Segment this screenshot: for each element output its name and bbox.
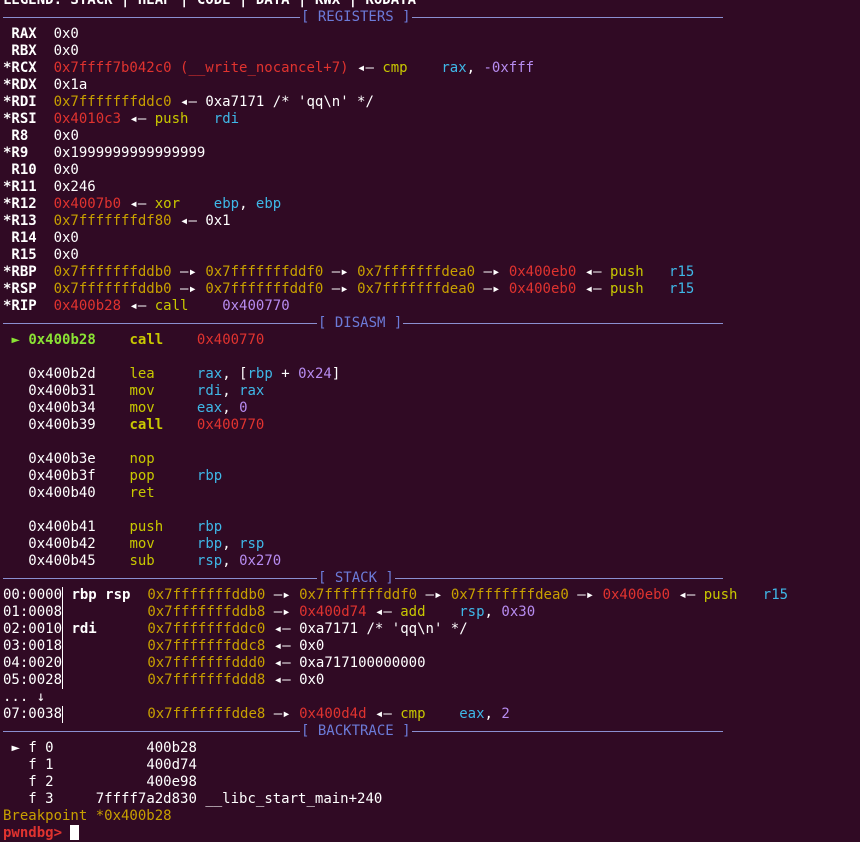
command-prompt[interactable]: pwndbg> — [3, 825, 860, 842]
reg-r13: *R13 0x7fffffffdf80 ◂— 0x1 — [3, 213, 231, 229]
disasm-blank — [3, 502, 860, 519]
stack-header: [ STACK ] — [3, 570, 860, 587]
backtrace-frame: f 1 400d74 — [28, 757, 197, 773]
disasm-line: 0x400b42 mov rbp, rsp — [28, 536, 265, 552]
disasm-blank — [3, 434, 860, 451]
legend-line: LEGEND: STACK | HEAP | CODE | DATA | RWX… — [3, 0, 417, 8]
reg-r15: R15 0x0 — [3, 247, 79, 263]
disasm-line: 0x400b40 ret — [28, 485, 155, 501]
backtrace-frame: f 2 400e98 — [28, 774, 197, 790]
reg-r11: *R11 0x246 — [3, 179, 96, 195]
stack-skip: ... ↓ — [3, 689, 46, 705]
registers-header: [ REGISTERS ] — [3, 9, 860, 26]
stack-row: 05:0028 0x7fffffffddd8 ◂— 0x0 — [3, 672, 325, 689]
stack-row: 07:0038 0x7fffffffdde8 —▸ 0x400d4d ◂— cm… — [3, 706, 510, 723]
disasm-title: [ DISASM ] — [317, 315, 404, 332]
reg-rbx: RBX 0x0 — [3, 43, 79, 59]
backtrace-title: [ BACKTRACE ] — [300, 723, 412, 740]
disasm-line: 0x400b3e nop — [28, 451, 155, 467]
reg-rbp: *RBP 0x7fffffffddb0 —▸ 0x7fffffffddf0 —▸… — [3, 264, 695, 280]
disasm-line: 0x400b3f pop rbp — [28, 468, 223, 484]
registers-title: [ REGISTERS ] — [300, 9, 412, 26]
reg-rip: *RIP 0x400b28 ◂— call 0x400770 — [3, 298, 290, 314]
status-line: Breakpoint *0x400b28 — [3, 808, 172, 824]
stack-row: 03:0018 0x7fffffffddc8 ◂— 0x0 — [3, 638, 325, 655]
disasm-line: 0x400b31 mov rdi, rax — [28, 383, 265, 399]
backtrace-frame: f 3 7ffff7a2d830 __libc_start_main+240 — [28, 791, 383, 807]
reg-rdi: *RDI 0x7fffffffddc0 ◂— 0xa7171 /* 'qq\n'… — [3, 94, 374, 110]
reg-rsp: *RSP 0x7fffffffddb0 —▸ 0x7fffffffddf0 —▸… — [3, 281, 695, 297]
backtrace-frame: ► f 0 400b28 — [11, 740, 197, 756]
stack-row: 02:0010 rdi 0x7fffffffddc0 ◂— 0xa7171 /*… — [3, 621, 468, 638]
reg-rsi: *RSI 0x4010c3 ◂— push rdi — [3, 111, 240, 127]
reg-r10: R10 0x0 — [3, 162, 79, 178]
reg-rax: RAX 0x0 — [3, 26, 79, 42]
reg-r8: R8 0x0 — [3, 128, 79, 144]
reg-r9: *R9 0x1999999999999999 — [3, 145, 206, 161]
disasm-blank — [3, 349, 860, 366]
disasm-line: 0x400b45 sub rsp, 0x270 — [28, 553, 282, 569]
text-cursor[interactable] — [70, 825, 80, 840]
reg-rdx: *RDX 0x1a — [3, 77, 88, 93]
reg-r12: *R12 0x4007b0 ◂— xor ebp, ebp — [3, 196, 282, 212]
reg-r14: R14 0x0 — [3, 230, 79, 246]
disasm-line: 0x400b39 call 0x400770 — [28, 417, 265, 433]
reg-rcx: *RCX 0x7ffff7b042c0 (__write_nocancel+7)… — [3, 60, 535, 76]
disasm-current: ► 0x400b28 call 0x400770 — [11, 332, 265, 348]
stack-title: [ STACK ] — [317, 570, 395, 587]
disasm-line: 0x400b34 mov eax, 0 — [28, 400, 248, 416]
prompt-label: pwndbg> — [3, 825, 63, 841]
terminal[interactable]: LEGEND: STACK | HEAP | CODE | DATA | RWX… — [3, 0, 860, 842]
stack-row: 04:0020 0x7fffffffddd0 ◂— 0xa71710000000… — [3, 655, 426, 672]
stack-row: 01:0008 0x7fffffffddb8 —▸ 0x400d74 ◂— ad… — [3, 604, 536, 621]
current-instruction-marker-icon: ► — [11, 332, 20, 348]
disasm-header: [ DISASM ] — [3, 315, 860, 332]
disasm-line: 0x400b2d lea rax, [rbp + 0x24] — [28, 366, 341, 382]
current-frame-marker-icon: ► — [11, 740, 20, 756]
backtrace-header: [ BACKTRACE ] — [3, 723, 860, 740]
stack-row: 00:0000 rbp rsp 0x7fffffffddb0 —▸ 0x7fff… — [3, 587, 789, 604]
disasm-line: 0x400b41 push rbp — [28, 519, 223, 535]
